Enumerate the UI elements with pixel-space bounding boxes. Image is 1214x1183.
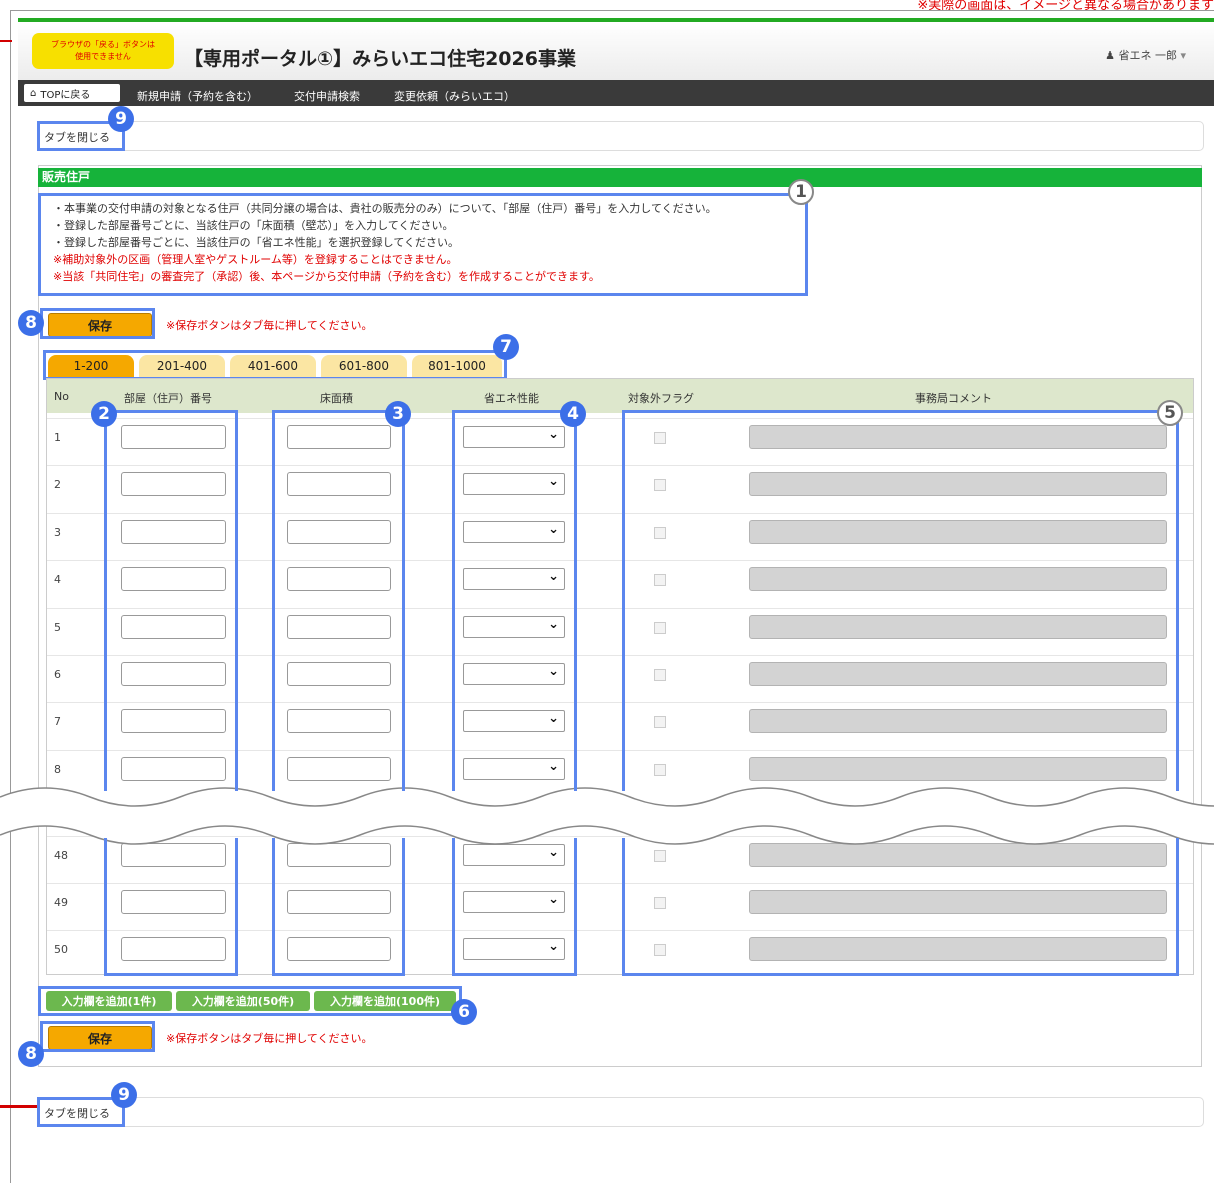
row-number: 7 xyxy=(54,715,61,728)
highlight-8-top xyxy=(40,308,155,339)
badge-7: 7 xyxy=(493,334,519,360)
back-button-warning: ブラウザの「戻る」ボタンは 使用できません xyxy=(32,33,174,69)
user-name: 省エネ 一郎 xyxy=(1118,49,1177,62)
header-room-number: 部屋（住戸）番号 xyxy=(124,392,212,405)
row-number: 5 xyxy=(54,621,61,634)
back-note-line2: 使用できません xyxy=(75,52,131,61)
badge-8-top: 8 xyxy=(18,310,44,336)
row-number: 50 xyxy=(54,943,68,956)
highlight-7 xyxy=(43,350,507,380)
pointer-line-bottom xyxy=(0,1105,40,1108)
header-office-comment: 事務局コメント xyxy=(915,392,992,405)
badge-1: 1 xyxy=(788,179,814,205)
header-energy-performance: 省エネ性能 xyxy=(484,392,539,405)
row-number: 48 xyxy=(54,849,68,862)
row-number: 6 xyxy=(54,668,61,681)
save-note-bottom: ※保存ボタンはタブ毎に押してください。 xyxy=(166,1032,373,1045)
badge-9-top: 9 xyxy=(108,106,134,132)
row-number: 8 xyxy=(54,763,61,776)
home-icon: ⌂ xyxy=(30,87,37,99)
row-number: 2 xyxy=(54,478,61,491)
highlight-4-lower xyxy=(452,838,577,976)
badge-5: 5 xyxy=(1157,400,1183,426)
badge-8-bottom: 8 xyxy=(18,1041,44,1067)
row-number: 4 xyxy=(54,573,61,586)
nav-home-label: TOPに戻る xyxy=(40,89,91,101)
user-icon: ♟ xyxy=(1105,49,1115,62)
header-exclusion-flag: 対象外フラグ xyxy=(628,392,694,405)
chevron-down-icon: ▾ xyxy=(1180,49,1186,62)
highlight-1 xyxy=(38,193,808,296)
back-note-line1: ブラウザの「戻る」ボタンは xyxy=(51,40,155,49)
tab-bar-top xyxy=(38,121,1204,151)
save-note-top: ※保存ボタンはタブ毎に押してください。 xyxy=(166,319,373,332)
table-header xyxy=(47,379,1193,413)
row-number: 3 xyxy=(54,526,61,539)
header-no: No xyxy=(54,390,69,403)
highlight-4 xyxy=(452,410,577,791)
row-number: 49 xyxy=(54,896,68,909)
badge-2: 2 xyxy=(91,401,117,427)
user-menu[interactable]: ♟ 省エネ 一郎 ▾ xyxy=(1105,47,1186,63)
badge-9-bottom: 9 xyxy=(111,1082,137,1108)
nav-link-new-application[interactable]: 新規申請（予約を含む） xyxy=(137,88,258,104)
highlight-8-bottom xyxy=(40,1021,155,1052)
highlight-6 xyxy=(38,986,462,1016)
nav-home-button[interactable]: ⌂ TOPに戻る xyxy=(24,84,120,102)
badge-6: 6 xyxy=(451,999,477,1025)
nav-link-search[interactable]: 交付申請検索 xyxy=(294,88,360,104)
row-number: 1 xyxy=(54,431,61,444)
pointer-arrow-top xyxy=(0,40,12,42)
section-title: 販売住戸 xyxy=(38,168,1202,187)
highlight-5-lower xyxy=(622,838,1179,976)
highlight-3-lower xyxy=(272,838,405,976)
highlight-5 xyxy=(622,410,1179,791)
highlight-2 xyxy=(104,410,238,791)
highlight-3 xyxy=(272,410,405,791)
header-floor-area: 床面積 xyxy=(320,392,353,405)
highlight-2-lower xyxy=(104,838,238,976)
badge-3: 3 xyxy=(385,401,411,427)
tab-bar-bottom xyxy=(38,1097,1204,1127)
nav-link-change-request[interactable]: 変更依頼（みらいエコ） xyxy=(394,88,515,104)
page-title: 【専用ポータル①】みらいエコ住宅2026事業 xyxy=(184,48,576,70)
badge-4: 4 xyxy=(560,401,586,427)
